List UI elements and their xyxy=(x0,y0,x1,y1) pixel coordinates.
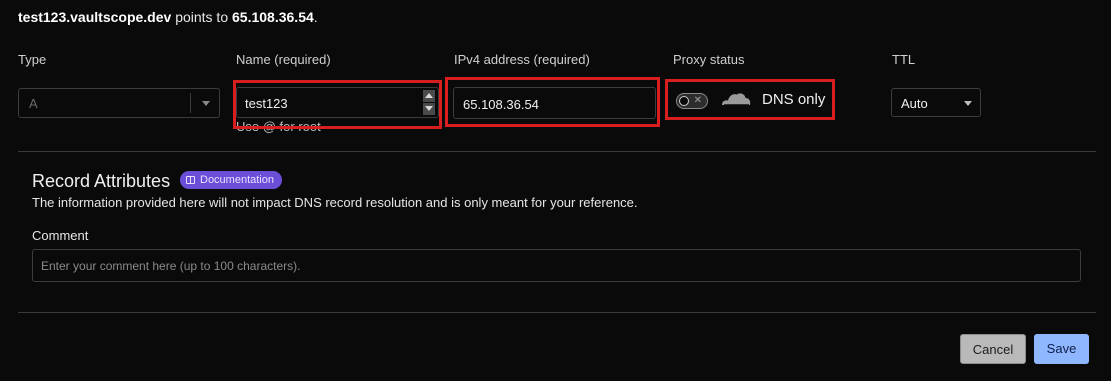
ttl-select-value: Auto xyxy=(901,96,928,111)
record-domain: test123.vaultscope.dev xyxy=(18,9,172,25)
comment-input[interactable] xyxy=(33,250,1080,281)
ipv4-highlight-box xyxy=(445,77,660,127)
chevron-down-icon xyxy=(202,101,210,106)
section-divider-bottom xyxy=(18,312,1096,313)
type-label: Type xyxy=(18,52,47,67)
headline-period: . xyxy=(313,9,318,25)
record-attributes-title: Record Attributes xyxy=(32,171,171,191)
book-icon xyxy=(186,176,195,184)
ipv4-label: IPv4 address (required) xyxy=(454,52,590,67)
type-select[interactable]: A xyxy=(18,88,220,118)
record-target-ip: 65.108.36.54 xyxy=(232,9,314,25)
type-select-value: A xyxy=(29,96,38,111)
section-divider-top xyxy=(18,151,1096,152)
chevron-down-icon xyxy=(964,101,972,106)
documentation-label: Documentation xyxy=(200,174,274,186)
comment-label: Comment xyxy=(32,228,89,243)
ttl-label: TTL xyxy=(892,52,916,67)
points-to-text: points to xyxy=(175,9,229,25)
comment-field[interactable] xyxy=(32,249,1081,282)
documentation-link[interactable]: Documentation xyxy=(180,171,282,189)
ttl-select[interactable]: Auto xyxy=(891,88,981,117)
save-button[interactable]: Save xyxy=(1034,334,1089,364)
name-highlight-box xyxy=(233,80,442,129)
name-label: Name (required) xyxy=(236,52,331,67)
proxy-highlight-box xyxy=(665,79,835,120)
cancel-button[interactable]: Cancel xyxy=(960,334,1026,364)
dns-record-summary: test123.vaultscope.dev points to 65.108.… xyxy=(18,9,318,25)
type-select-separator xyxy=(190,93,191,113)
proxy-status-label: Proxy status xyxy=(673,52,745,67)
record-attributes-description: The information provided here will not i… xyxy=(32,195,638,210)
